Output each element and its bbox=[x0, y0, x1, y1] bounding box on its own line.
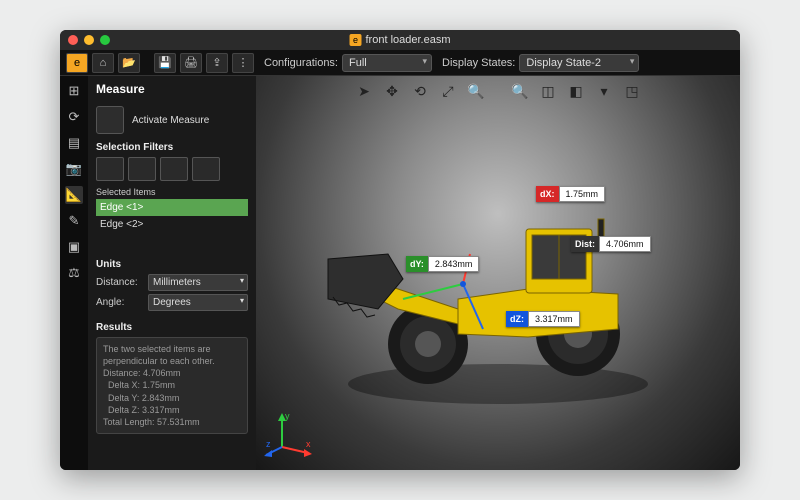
zoom-fit-icon[interactable]: ⤢ bbox=[439, 82, 457, 100]
layers-icon[interactable]: ▤ bbox=[65, 134, 83, 152]
results-text: The two selected items are perpendicular… bbox=[96, 337, 248, 434]
distance-label: Distance: bbox=[96, 277, 142, 288]
activate-measure-button[interactable] bbox=[96, 106, 124, 134]
display-style-icon[interactable]: ◧ bbox=[567, 82, 585, 100]
print-button[interactable]: 🖨 bbox=[180, 53, 202, 73]
model-view[interactable] bbox=[308, 159, 668, 419]
svg-text:z: z bbox=[266, 439, 271, 449]
open-button[interactable]: 📂 bbox=[118, 53, 140, 73]
configurations-select[interactable]: Full bbox=[342, 54, 432, 72]
rotate-icon[interactable]: ⟲ bbox=[411, 82, 429, 100]
tool-column: ⊞ ⟳ ▤ 📷 📐 ✎ ▣ ⚖ bbox=[60, 76, 88, 470]
app-body: ⊞ ⟳ ▤ 📷 📐 ✎ ▣ ⚖ Measure Activate Measure… bbox=[60, 76, 740, 470]
chevron-down-icon[interactable]: ▾ bbox=[595, 82, 613, 100]
options-button[interactable]: ⋮ bbox=[232, 53, 254, 73]
view-orientation-icon[interactable]: ◳ bbox=[623, 82, 641, 100]
titlebar: e front loader.easm bbox=[60, 30, 740, 50]
panel-title: Measure bbox=[88, 76, 256, 102]
measure-panel: Measure Activate Measure Selection Filte… bbox=[88, 76, 256, 470]
close-icon[interactable] bbox=[68, 35, 78, 45]
svg-text:y: y bbox=[285, 411, 290, 421]
callout-value: 3.317mm bbox=[528, 311, 580, 327]
minimize-icon[interactable] bbox=[84, 35, 94, 45]
angle-unit-select[interactable]: Degrees bbox=[148, 294, 248, 311]
filter-face-button[interactable] bbox=[160, 157, 188, 181]
measure-icon[interactable]: 📐 bbox=[65, 186, 83, 204]
camera-icon[interactable]: 📷 bbox=[65, 160, 83, 178]
units-heading: Units bbox=[96, 259, 248, 270]
home-button[interactable]: ⌂ bbox=[92, 53, 114, 73]
callout-value: 1.75mm bbox=[559, 186, 606, 202]
units-section: Units Distance: Millimeters Angle: Degre… bbox=[88, 255, 256, 318]
callout-dy: dY: 2.843mm bbox=[406, 256, 479, 272]
callout-dist: Dist: 4.706mm bbox=[571, 236, 651, 252]
zoom-area-icon[interactable]: 🔍 bbox=[511, 82, 529, 100]
display-states-label: Display States: bbox=[442, 57, 515, 69]
filters-heading: Selection Filters bbox=[96, 142, 248, 153]
perspective-icon[interactable]: ◫ bbox=[539, 82, 557, 100]
filters-section: Selection Filters Selected Items Edge <1… bbox=[88, 138, 256, 255]
app-icon: e bbox=[350, 34, 362, 46]
callout-dx: dX: 1.75mm bbox=[536, 186, 605, 202]
main-toolbar: e ⌂ 📂 💾 🖨 ⇪ ⋮ Configurations: Full Displ… bbox=[60, 50, 740, 76]
results-section: Results The two selected items are perpe… bbox=[88, 318, 256, 438]
mass-icon[interactable]: ⚖ bbox=[65, 264, 83, 282]
save-button[interactable]: 💾 bbox=[154, 53, 176, 73]
view-toolbar: ➤ ✥ ⟲ ⤢ 🔍 🔍 ◫ ◧ ▾ ◳ bbox=[355, 82, 641, 100]
filename-label: front loader.easm bbox=[366, 34, 451, 46]
filter-body-button[interactable] bbox=[192, 157, 220, 181]
zoom-icon[interactable] bbox=[100, 35, 110, 45]
feature-tree-icon[interactable]: ⊞ bbox=[65, 82, 83, 100]
zoom-in-icon[interactable]: 🔍 bbox=[467, 82, 485, 100]
pan-icon[interactable]: ✥ bbox=[383, 82, 401, 100]
window-title: e front loader.easm bbox=[350, 34, 451, 46]
export-button[interactable]: ⇪ bbox=[206, 53, 228, 73]
callout-value: 2.843mm bbox=[428, 256, 480, 272]
axis-triad[interactable]: y x z bbox=[264, 407, 314, 462]
activate-row: Activate Measure bbox=[88, 102, 256, 138]
callout-tag: dX: bbox=[536, 186, 559, 202]
list-item[interactable]: Edge <2> bbox=[96, 216, 248, 233]
display-states-select[interactable]: Display State-2 bbox=[519, 54, 639, 72]
callout-value: 4.706mm bbox=[599, 236, 651, 252]
filter-edge-button[interactable] bbox=[128, 157, 156, 181]
svg-text:x: x bbox=[306, 439, 311, 449]
results-heading: Results bbox=[96, 322, 248, 333]
angle-label: Angle: bbox=[96, 297, 142, 308]
selected-items: Selected Items Edge <1> Edge <2> bbox=[96, 185, 248, 251]
app-logo-button[interactable]: e bbox=[66, 53, 88, 73]
selected-heading: Selected Items bbox=[96, 185, 248, 199]
activate-label: Activate Measure bbox=[132, 115, 209, 126]
callout-dz: dZ: 3.317mm bbox=[506, 311, 580, 327]
section-icon[interactable]: ▣ bbox=[65, 238, 83, 256]
window-controls bbox=[68, 35, 110, 45]
filter-vertex-button[interactable] bbox=[96, 157, 124, 181]
viewport[interactable]: ➤ ✥ ⟲ ⤢ 🔍 🔍 ◫ ◧ ▾ ◳ bbox=[256, 76, 740, 470]
edit-icon[interactable]: ✎ bbox=[65, 212, 83, 230]
select-icon[interactable]: ➤ bbox=[355, 82, 373, 100]
refresh-icon[interactable]: ⟳ bbox=[65, 108, 83, 126]
list-item[interactable]: Edge <1> bbox=[96, 199, 248, 216]
app-window: e front loader.easm e ⌂ 📂 💾 🖨 ⇪ ⋮ Config… bbox=[60, 30, 740, 470]
separator bbox=[495, 82, 501, 100]
configurations-label: Configurations: bbox=[264, 57, 338, 69]
distance-unit-select[interactable]: Millimeters bbox=[148, 274, 248, 291]
